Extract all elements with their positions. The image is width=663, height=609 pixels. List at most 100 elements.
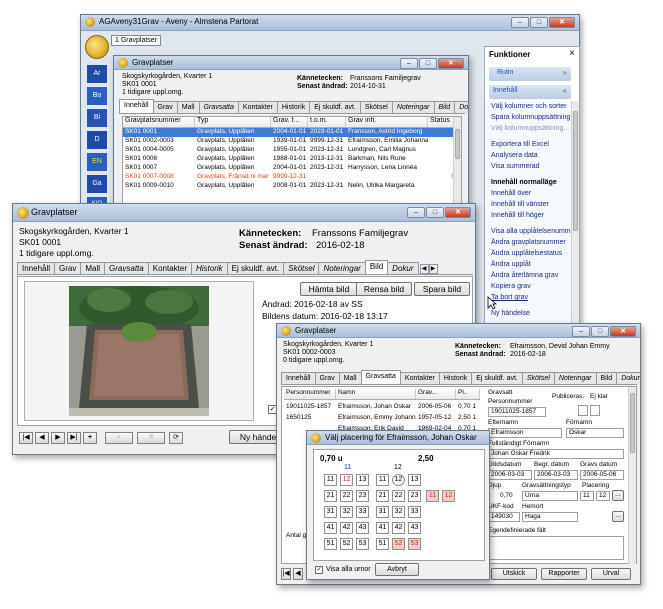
tab-ej-skuldf[interactable]: Ej skuldf. avt. [309, 101, 361, 113]
tab-noteringar[interactable]: Noteringar [318, 262, 366, 274]
fn-spara-kolumn[interactable]: Spara kolumnuppsättning [491, 114, 570, 121]
tab-dok[interactable]: Dok [454, 101, 468, 113]
col-typ[interactable]: Typ [195, 117, 271, 127]
close-button[interactable]: ✕ [549, 17, 575, 28]
table-row[interactable]: SK01 0002-0003 Gravplats, Upplåten 1939-01… [123, 137, 455, 146]
tab-innehall[interactable]: Innehåll [281, 372, 316, 384]
fn-exportera-excel[interactable]: Exportera till Excel [491, 141, 549, 148]
grid-cell[interactable]: 41 [376, 522, 389, 534]
gravsatta-minimize-button[interactable]: – [572, 326, 590, 337]
grid-cell[interactable]: 23 [408, 490, 421, 502]
copy-icon[interactable] [578, 405, 588, 416]
tab-innehall[interactable]: Innehåll [17, 262, 56, 274]
fn-andra-upplatelsestatus[interactable]: Ändra upplåtelsestatus [491, 250, 562, 257]
table-row[interactable]: SK01 0006 Gravplats, Upplåten 1988-01-01 20… [123, 155, 455, 164]
list-minimize-button[interactable]: – [400, 58, 418, 69]
grid-cell[interactable]: 32 [340, 506, 353, 518]
egendef-area[interactable] [488, 536, 624, 560]
table-row[interactable]: 1650125 Efraimsson, Emmy Johanna 1957-05-1… [284, 414, 480, 424]
table-row[interactable]: SK01 0007-0008 Gravplats, Frånsd.ni mar 99… [123, 173, 455, 182]
tab-kontakter[interactable]: Kontakter [147, 262, 192, 274]
tab-gravsatta[interactable]: Gravsatta [360, 370, 401, 384]
tab-historik[interactable]: Historik [276, 101, 311, 113]
detail-icon[interactable]: D [87, 131, 107, 149]
gravs-field[interactable]: 2006-05-06 [580, 470, 624, 480]
dodsdatum-field[interactable]: 2006-03-03 [488, 470, 532, 480]
bil-icon[interactable]: Bi [87, 109, 107, 127]
tab-ej-skuldf[interactable]: Ej skuldf. avt. [471, 372, 523, 384]
tab-bild[interactable]: Bild [364, 260, 389, 274]
spara-bild-button[interactable]: Spara bild [414, 282, 470, 296]
gravsatta-form-scrollbar[interactable] [628, 387, 636, 565]
grid-cell[interactable]: 41 [324, 522, 337, 534]
grid-cell[interactable]: 12 [392, 474, 405, 486]
grid-cell[interactable]: 32 [392, 506, 405, 518]
maximize-button[interactable]: □ [530, 17, 548, 28]
col-tom[interactable]: t.o.m. [308, 117, 346, 127]
col-status[interactable]: Status [428, 117, 455, 127]
placering-field-1[interactable]: 11 [580, 491, 594, 501]
list-close-button[interactable]: ✕ [438, 58, 464, 69]
grid-cell[interactable]: 52 [392, 538, 405, 550]
grid-cell[interactable]: 13 [356, 474, 369, 486]
grid-cell[interactable]: 33 [356, 506, 369, 518]
tab-mall[interactable]: Mall [338, 372, 362, 384]
grid-cell[interactable]: 31 [324, 506, 337, 518]
grid-cell[interactable]: 23 [356, 490, 369, 502]
rensa-bild-button[interactable]: Rensa bild [356, 282, 412, 296]
list-maximize-button[interactable]: □ [419, 58, 437, 69]
tab-mall[interactable]: Mall [80, 262, 106, 274]
table-row[interactable]: 19011025-1857 Efraimsson, Johan Oskar 2006… [284, 403, 480, 413]
grid-cell[interactable]: 42 [340, 522, 353, 534]
tab-prev-icon[interactable]: ◀ [419, 264, 429, 274]
fn-innehall-hoger[interactable]: Innehåll till höger [491, 212, 544, 219]
tab-grav[interactable]: Grav [152, 101, 178, 113]
tab-gravsatta[interactable]: Gravsatta [198, 101, 239, 113]
tab-ej-skuldf[interactable]: Ej skuldf. avt. [226, 262, 285, 274]
refresh-icon[interactable]: ⟳ [169, 432, 183, 444]
col-personnummer[interactable]: Personnummer [284, 389, 336, 399]
ukf-field[interactable]: 149030 [488, 512, 520, 522]
grid-cell[interactable]: 43 [408, 522, 421, 534]
section-rutin[interactable]: Rutin » [489, 67, 571, 81]
urval-button[interactable]: Urval [591, 568, 631, 580]
main-doc-tab[interactable]: 1 Gravplatser [111, 35, 162, 46]
fn-analysera-data[interactable]: Analysera data [491, 152, 538, 159]
tab-kontakter[interactable]: Kontakter [399, 372, 440, 384]
first-record-icon[interactable]: |◀ [19, 432, 33, 444]
grid-cell[interactable]: 12 [340, 474, 353, 486]
col-namn[interactable]: Namn [336, 389, 416, 399]
tab-noteringar[interactable]: Noteringar [553, 372, 597, 384]
table-row[interactable]: SK01 0007 Gravplats, Upplåten 2004-01-01 20… [123, 164, 455, 173]
tab-dokument[interactable]: Dokur [387, 262, 419, 274]
begr-field[interactable]: 2006-03-03 [534, 470, 578, 480]
grid-cell[interactable]: 13 [408, 474, 421, 486]
tab-bild[interactable]: Bild [433, 101, 456, 113]
hamta-bild-button[interactable]: Hämta bild [300, 282, 358, 296]
fn-andra-upplat[interactable]: Ändra upplåt [491, 261, 531, 268]
fn-innehall-normal[interactable]: Innehåll normalläge [491, 179, 557, 186]
bild-minimize-button[interactable]: – [407, 207, 425, 218]
fn-innehall-over[interactable]: Innehåll över [491, 190, 531, 197]
tab-dokument[interactable]: Dokur [616, 372, 640, 384]
fornamn-field[interactable]: Oskar [566, 428, 624, 438]
grid-cell[interactable]: 53 [356, 538, 369, 550]
fn-valj-kolumnuppsattning[interactable]: Välj kolumnuppsättning... [491, 125, 569, 132]
col-pl[interactable]: Pl.. [456, 389, 480, 399]
tab-bild[interactable]: Bild [595, 372, 618, 384]
fn-visa-summerad[interactable]: Visa summerad [491, 163, 540, 170]
table-row[interactable]: SK01 0004-0005 Gravplats, Upplåten 1955-01… [123, 146, 455, 155]
grid-cell[interactable]: 12 [442, 490, 455, 502]
tab-grav[interactable]: Grav [54, 262, 82, 274]
add-record-icon[interactable]: + [83, 432, 97, 444]
gravsatta-close-button[interactable]: ✕ [610, 326, 636, 337]
save-record-icon[interactable]: ✓ [105, 432, 133, 444]
grid-cell[interactable]: 31 [376, 506, 389, 518]
hemort-browse-button[interactable]: … [612, 511, 624, 522]
bom-icon[interactable]: Bo [87, 87, 107, 105]
list-scrollbar[interactable] [453, 117, 461, 209]
col-grav[interactable]: Grav... [416, 389, 456, 399]
tab-gravsatta[interactable]: Gravsatta [104, 262, 149, 274]
personnummer-field[interactable]: 19011025-1857 [488, 407, 546, 417]
grid-cell[interactable]: 11 [324, 474, 337, 486]
